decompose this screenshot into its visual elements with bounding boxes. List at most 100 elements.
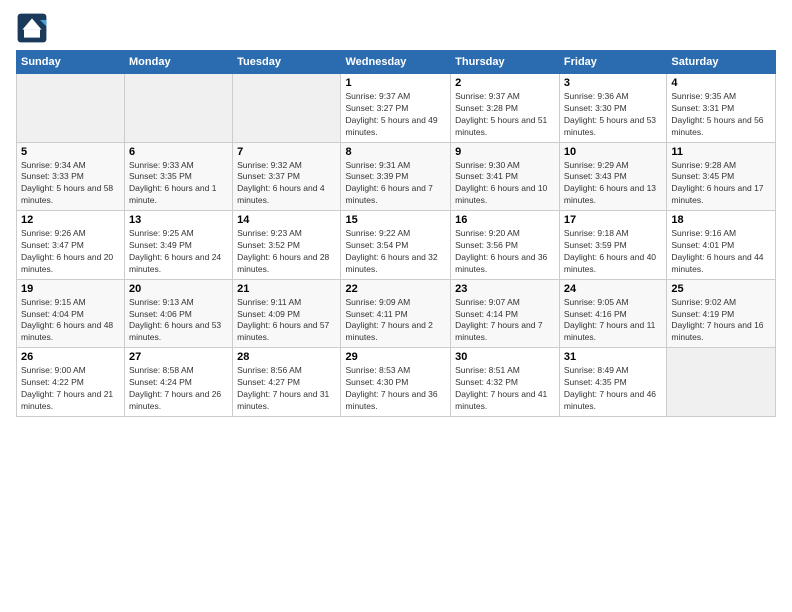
day-number: 28 [237, 351, 336, 363]
week-row-5: 26 Sunrise: 9:00 AM Sunset: 4:22 PM Dayli… [17, 348, 776, 417]
calendar-cell: 25Sunrise: 9:02 AM Sunset: 4:19 PM Dayli… [667, 279, 776, 348]
calendar-cell: 9 Sunrise: 9:30 AM Sunset: 3:41 PM Daylig… [451, 142, 560, 211]
day-info: Sunrise: 9:02 AM Sunset: 4:19 PM Dayligh… [671, 297, 771, 345]
calendar-cell: 31 Sunrise: 8:49 AM Sunset: 4:35 PM Dayli… [559, 348, 666, 417]
day-number: 24 [564, 283, 662, 295]
calendar-cell: 30Sunrise: 8:51 AM Sunset: 4:32 PM Dayli… [451, 348, 560, 417]
day-info: Sunrise: 9:09 AM Sunset: 4:11 PM Dayligh… [345, 297, 446, 345]
calendar-cell: 19 Sunrise: 9:15 AM Sunset: 4:04 PM Dayli… [17, 279, 125, 348]
calendar-cell: 1 Sunrise: 9:37 AM Sunset: 3:27 PM Daylig… [341, 74, 451, 143]
week-row-1: 1 Sunrise: 9:37 AM Sunset: 3:27 PM Daylig… [17, 74, 776, 143]
day-info: Sunrise: 9:33 AM Sunset: 3:35 PM Dayligh… [129, 160, 228, 208]
day-number: 19 [21, 283, 120, 295]
day-number: 31 [564, 351, 662, 363]
calendar-cell: 23 Sunrise: 9:07 AM Sunset: 4:14 PM Dayli… [451, 279, 560, 348]
day-info: Sunrise: 9:37 AM Sunset: 3:28 PM Dayligh… [455, 91, 555, 139]
day-number: 18 [671, 214, 771, 226]
week-row-2: 5 Sunrise: 9:34 AM Sunset: 3:33 PM Daylig… [17, 142, 776, 211]
week-row-4: 19 Sunrise: 9:15 AM Sunset: 4:04 PM Dayli… [17, 279, 776, 348]
day-number: 16 [455, 214, 555, 226]
day-number: 10 [564, 146, 662, 158]
calendar-cell: 16 Sunrise: 9:20 AM Sunset: 3:56 PM Dayli… [451, 211, 560, 280]
calendar-cell: 22 Sunrise: 9:09 AM Sunset: 4:11 PM Dayli… [341, 279, 451, 348]
day-info: Sunrise: 9:07 AM Sunset: 4:14 PM Dayligh… [455, 297, 555, 345]
page: SundayMondayTuesdayWednesdayThursdayFrid… [0, 0, 792, 612]
day-info: Sunrise: 9:15 AM Sunset: 4:04 PM Dayligh… [21, 297, 120, 345]
day-info: Sunrise: 8:53 AM Sunset: 4:30 PM Dayligh… [345, 365, 446, 413]
day-number: 23 [455, 283, 555, 295]
day-header-sunday: Sunday [17, 51, 125, 74]
day-info: Sunrise: 8:51 AM Sunset: 4:32 PM Dayligh… [455, 365, 555, 413]
day-number: 11 [671, 146, 771, 158]
day-info: Sunrise: 9:18 AM Sunset: 3:59 PM Dayligh… [564, 228, 662, 276]
day-number: 9 [455, 146, 555, 158]
day-info: Sunrise: 9:34 AM Sunset: 3:33 PM Dayligh… [21, 160, 120, 208]
day-info: Sunrise: 9:11 AM Sunset: 4:09 PM Dayligh… [237, 297, 336, 345]
day-info: Sunrise: 9:16 AM Sunset: 4:01 PM Dayligh… [671, 228, 771, 276]
day-number: 8 [345, 146, 446, 158]
day-header-monday: Monday [125, 51, 233, 74]
calendar-cell: 29 Sunrise: 8:53 AM Sunset: 4:30 PM Dayli… [341, 348, 451, 417]
logo-icon [16, 12, 48, 44]
day-info: Sunrise: 9:00 AM Sunset: 4:22 PM Dayligh… [21, 365, 120, 413]
day-number: 22 [345, 283, 446, 295]
day-number: 27 [129, 351, 228, 363]
day-info: Sunrise: 9:22 AM Sunset: 3:54 PM Dayligh… [345, 228, 446, 276]
calendar-cell [125, 74, 233, 143]
day-number: 20 [129, 283, 228, 295]
logo [16, 12, 52, 44]
day-info: Sunrise: 9:28 AM Sunset: 3:45 PM Dayligh… [671, 160, 771, 208]
calendar-cell: 20Sunrise: 9:13 AM Sunset: 4:06 PM Dayli… [125, 279, 233, 348]
day-info: Sunrise: 9:36 AM Sunset: 3:30 PM Dayligh… [564, 91, 662, 139]
week-row-3: 12Sunrise: 9:26 AM Sunset: 3:47 PM Dayli… [17, 211, 776, 280]
day-info: Sunrise: 9:30 AM Sunset: 3:41 PM Dayligh… [455, 160, 555, 208]
calendar-cell: 6 Sunrise: 9:33 AM Sunset: 3:35 PM Daylig… [125, 142, 233, 211]
calendar-cell: 4 Sunrise: 9:35 AM Sunset: 3:31 PM Daylig… [667, 74, 776, 143]
calendar-cell [233, 74, 341, 143]
day-header-wednesday: Wednesday [341, 51, 451, 74]
day-info: Sunrise: 9:32 AM Sunset: 3:37 PM Dayligh… [237, 160, 336, 208]
calendar-cell: 12Sunrise: 9:26 AM Sunset: 3:47 PM Dayli… [17, 211, 125, 280]
day-number: 5 [21, 146, 120, 158]
day-header-friday: Friday [559, 51, 666, 74]
day-info: Sunrise: 9:35 AM Sunset: 3:31 PM Dayligh… [671, 91, 771, 139]
calendar-cell: 21 Sunrise: 9:11 AM Sunset: 4:09 PM Dayli… [233, 279, 341, 348]
calendar-cell: 14Sunrise: 9:23 AM Sunset: 3:52 PM Dayli… [233, 211, 341, 280]
day-number: 2 [455, 77, 555, 89]
calendar-cell: 13 Sunrise: 9:25 AM Sunset: 3:49 PM Dayli… [125, 211, 233, 280]
calendar-cell: 17Sunrise: 9:18 AM Sunset: 3:59 PM Dayli… [559, 211, 666, 280]
calendar-cell: 18 Sunrise: 9:16 AM Sunset: 4:01 PM Dayli… [667, 211, 776, 280]
header-row: SundayMondayTuesdayWednesdayThursdayFrid… [17, 51, 776, 74]
day-number: 4 [671, 77, 771, 89]
calendar-cell: 10Sunrise: 9:29 AM Sunset: 3:43 PM Dayli… [559, 142, 666, 211]
calendar-cell: 27 Sunrise: 8:58 AM Sunset: 4:24 PM Dayli… [125, 348, 233, 417]
day-header-saturday: Saturday [667, 51, 776, 74]
calendar-table: SundayMondayTuesdayWednesdayThursdayFrid… [16, 50, 776, 417]
day-number: 1 [345, 77, 446, 89]
day-header-thursday: Thursday [451, 51, 560, 74]
day-header-tuesday: Tuesday [233, 51, 341, 74]
calendar-cell: 26 Sunrise: 9:00 AM Sunset: 4:22 PM Dayli… [17, 348, 125, 417]
day-info: Sunrise: 8:58 AM Sunset: 4:24 PM Dayligh… [129, 365, 228, 413]
day-number: 15 [345, 214, 446, 226]
calendar-cell: 28Sunrise: 8:56 AM Sunset: 4:27 PM Dayli… [233, 348, 341, 417]
day-info: Sunrise: 9:23 AM Sunset: 3:52 PM Dayligh… [237, 228, 336, 276]
calendar-cell: 8 Sunrise: 9:31 AM Sunset: 3:39 PM Daylig… [341, 142, 451, 211]
day-number: 29 [345, 351, 446, 363]
day-info: Sunrise: 9:20 AM Sunset: 3:56 PM Dayligh… [455, 228, 555, 276]
day-number: 13 [129, 214, 228, 226]
day-info: Sunrise: 8:49 AM Sunset: 4:35 PM Dayligh… [564, 365, 662, 413]
calendar-cell [667, 348, 776, 417]
day-number: 21 [237, 283, 336, 295]
day-number: 6 [129, 146, 228, 158]
day-number: 7 [237, 146, 336, 158]
day-info: Sunrise: 9:37 AM Sunset: 3:27 PM Dayligh… [345, 91, 446, 139]
day-number: 26 [21, 351, 120, 363]
calendar-cell: 3Sunrise: 9:36 AM Sunset: 3:30 PM Daylig… [559, 74, 666, 143]
day-info: Sunrise: 9:26 AM Sunset: 3:47 PM Dayligh… [21, 228, 120, 276]
calendar-cell [17, 74, 125, 143]
day-info: Sunrise: 9:31 AM Sunset: 3:39 PM Dayligh… [345, 160, 446, 208]
day-info: Sunrise: 9:25 AM Sunset: 3:49 PM Dayligh… [129, 228, 228, 276]
calendar-cell: 11 Sunrise: 9:28 AM Sunset: 3:45 PM Dayli… [667, 142, 776, 211]
calendar-cell: 15 Sunrise: 9:22 AM Sunset: 3:54 PM Dayli… [341, 211, 451, 280]
